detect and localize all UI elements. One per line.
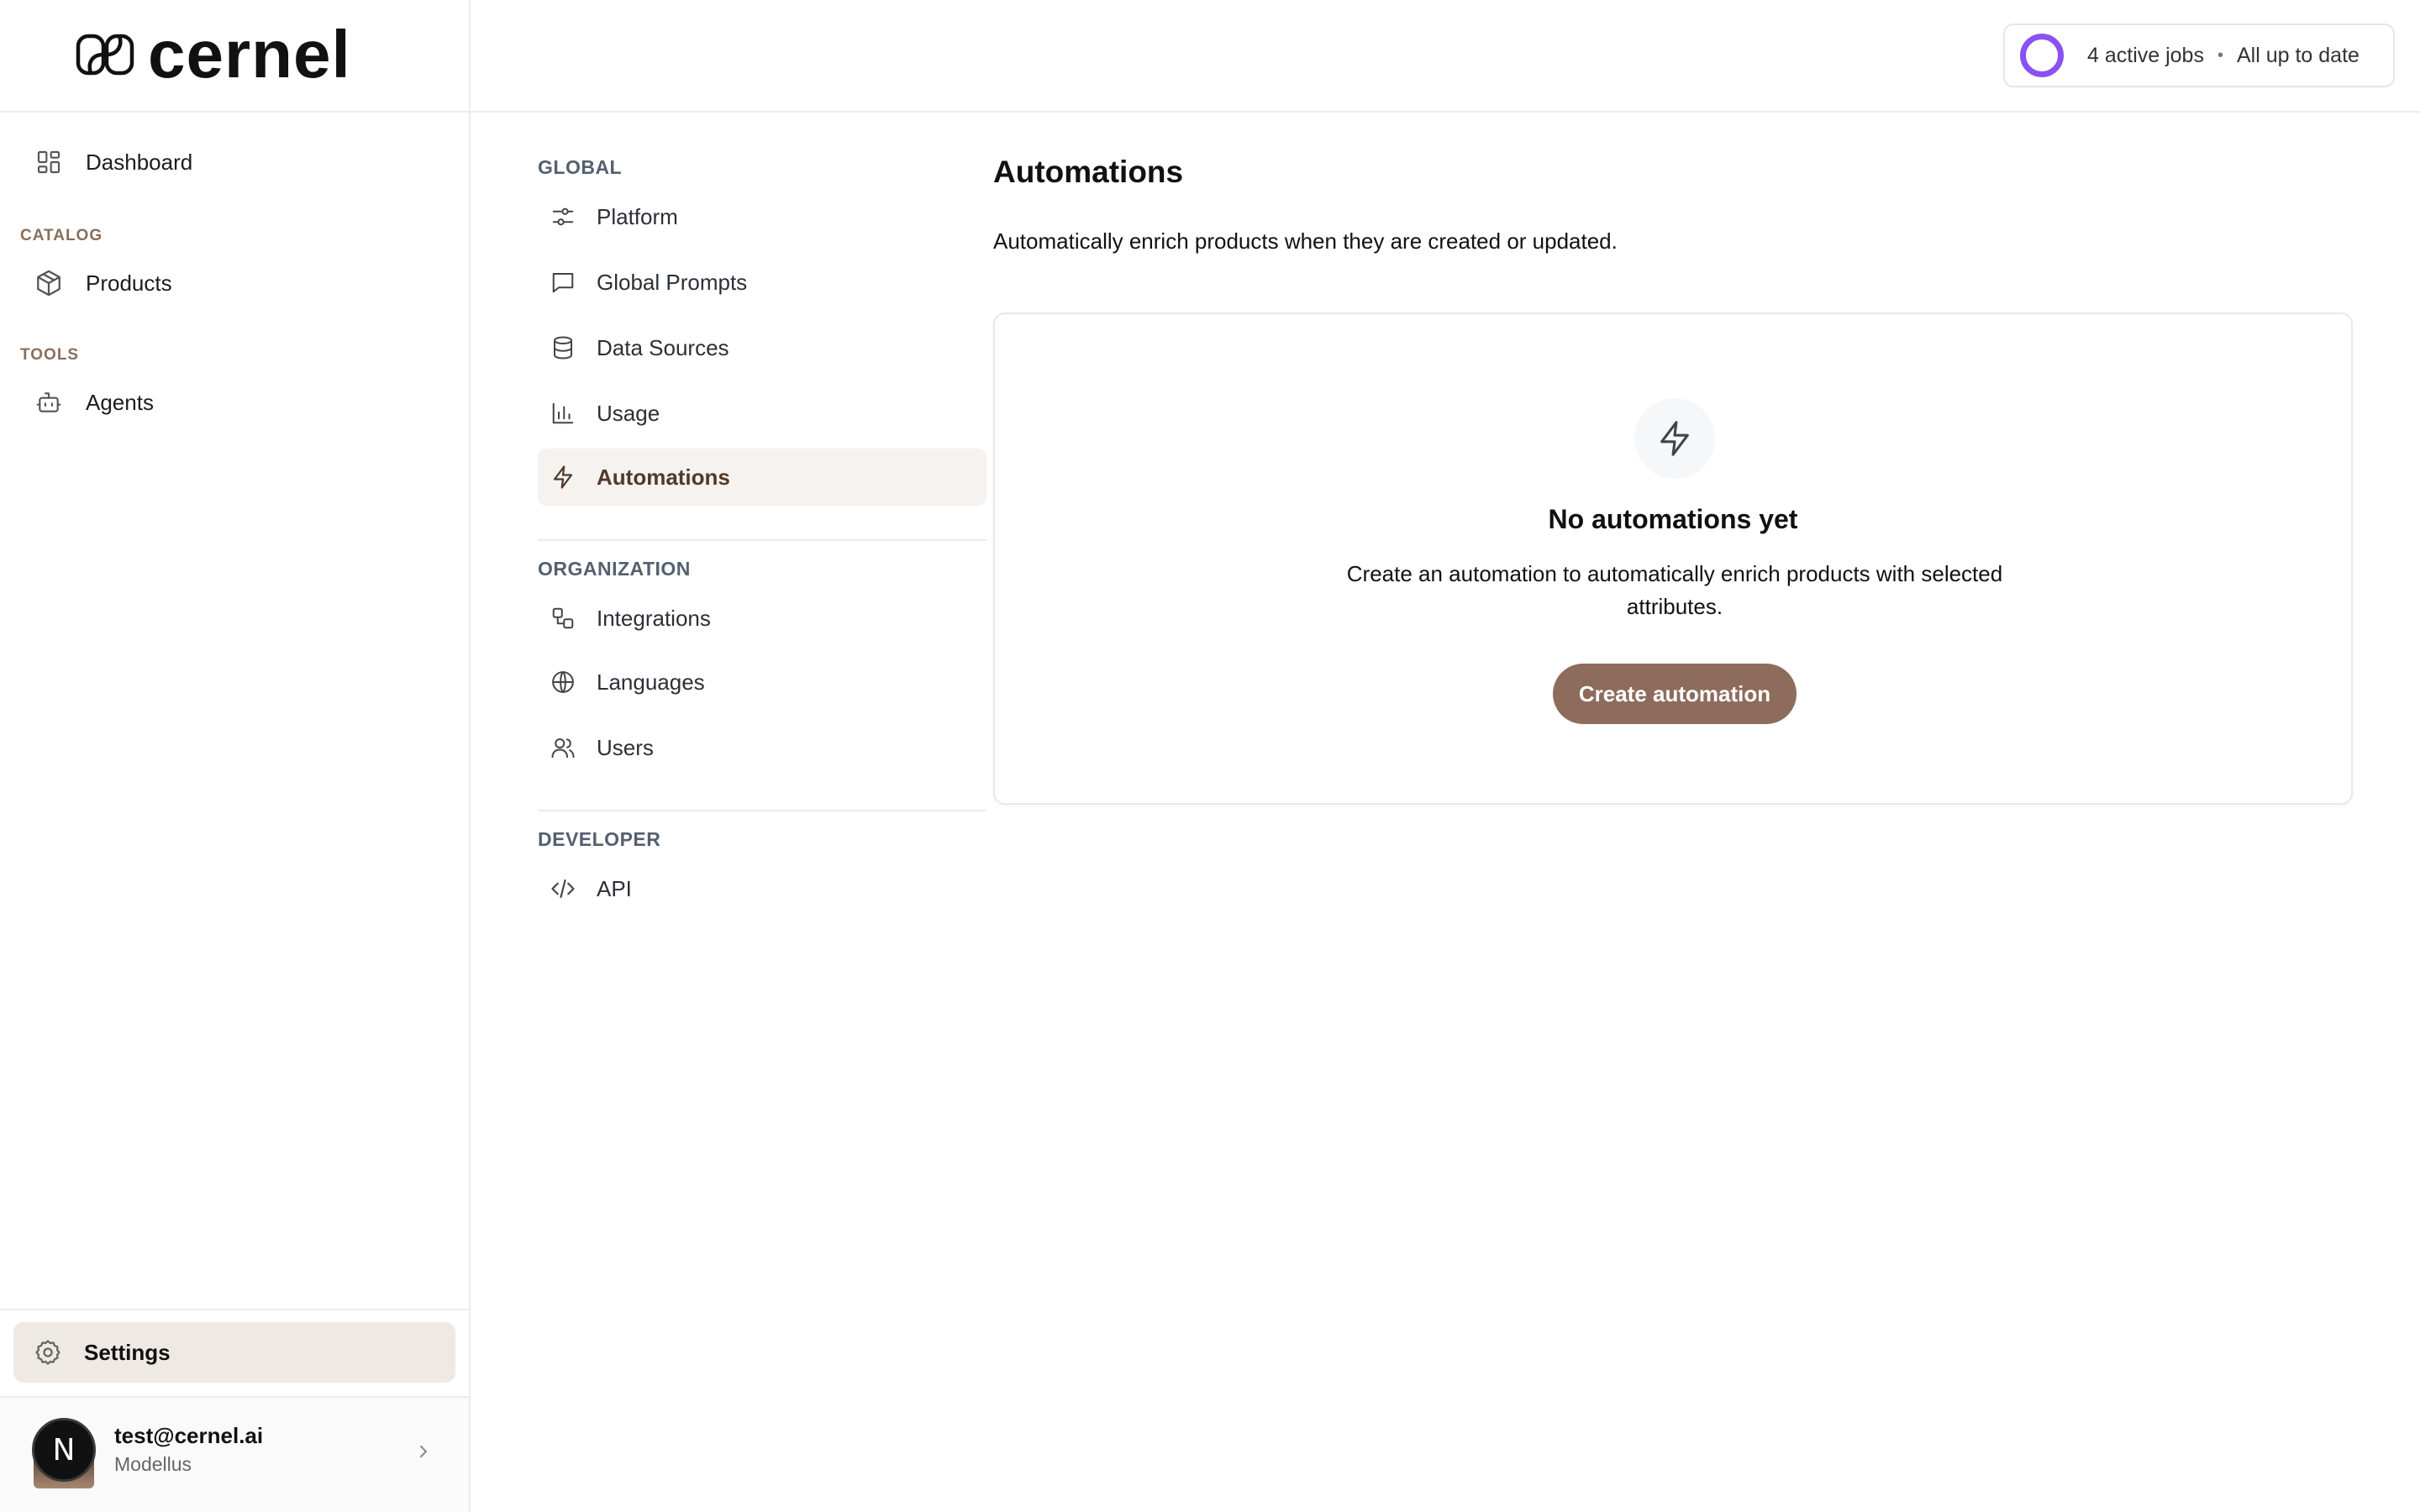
sidebar-divider: [0, 1309, 469, 1310]
sidebar-item-products[interactable]: Products: [20, 255, 454, 311]
bot-icon: [34, 387, 64, 417]
code-icon: [546, 872, 580, 906]
settings-item-automations[interactable]: Automations: [538, 449, 986, 506]
sidebar-item-label: Dashboard: [86, 149, 193, 175]
logo-area: cernel: [0, 0, 469, 113]
settings-section-developer: DEVELOPER: [538, 828, 661, 850]
jobs-progress-ring-icon: [2020, 34, 2064, 77]
settings-nav-divider: [538, 810, 986, 811]
settings-item-users[interactable]: Users: [538, 719, 986, 776]
user-org: Modellus: [114, 1453, 192, 1475]
gear-icon: [34, 1338, 62, 1367]
package-icon: [34, 268, 64, 298]
sidebar-section-tools: TOOLS: [20, 346, 80, 364]
settings-label: Settings: [84, 1339, 171, 1365]
settings-item-usage[interactable]: Usage: [538, 385, 986, 442]
bar-chart-icon: [546, 396, 580, 430]
workflow-icon: [546, 601, 580, 635]
user-email: test@cernel.ai: [114, 1423, 264, 1448]
settings-item-data-sources[interactable]: Data Sources: [538, 319, 986, 376]
zap-icon: [1655, 419, 1694, 458]
create-automation-button[interactable]: Create automation: [1553, 664, 1797, 724]
empty-state-description: Create an automation to automatically en…: [1346, 561, 2003, 619]
settings-item-platform[interactable]: Platform: [538, 188, 986, 245]
settings-nav-divider: [538, 539, 986, 541]
page-description: Automatically enrich products when they …: [993, 228, 1618, 254]
avatar[interactable]: N: [32, 1418, 96, 1488]
settings-item-label: Global Prompts: [597, 269, 748, 295]
sidebar-item-agents[interactable]: Agents: [20, 375, 454, 430]
sidebar-item-dashboard[interactable]: Dashboard: [20, 134, 454, 190]
zap-icon: [546, 460, 580, 494]
empty-state-title: No automations yet: [1548, 504, 1798, 534]
avatar-initial: N: [32, 1418, 96, 1482]
settings-section-global: GLOBAL: [538, 156, 623, 178]
users-icon: [546, 731, 580, 764]
settings-item-label: Usage: [597, 400, 660, 426]
separator-dot: •: [2217, 45, 2223, 65]
chevron-right-icon[interactable]: [413, 1441, 434, 1462]
message-square-icon: [546, 265, 580, 299]
globe-icon: [546, 665, 580, 699]
settings-item-integrations[interactable]: Integrations: [538, 590, 986, 647]
settings-section-organization: ORGANIZATION: [538, 558, 691, 580]
settings-item-label: Users: [597, 734, 654, 760]
active-jobs-indicator[interactable]: 4 active jobs • All up to date: [2003, 24, 2395, 87]
topbar-divider: [471, 111, 2420, 113]
sidebar: cernel Dashboard CATALOG Products TOOLS: [0, 0, 471, 1512]
settings-item-api[interactable]: API: [538, 860, 986, 917]
sidebar-section-catalog: CATALOG: [20, 227, 103, 244]
settings-item-label: Platform: [597, 203, 678, 229]
settings-item-label: Data Sources: [597, 334, 729, 360]
settings-item-label: Automations: [597, 464, 730, 490]
sliders-icon: [546, 200, 580, 234]
jobs-status: All up to date: [2236, 43, 2360, 67]
settings-item-label: Integrations: [597, 605, 711, 631]
cernel-logo-icon[interactable]: [76, 34, 134, 76]
sidebar-item-label: Agents: [86, 389, 154, 415]
brand-name[interactable]: cernel: [148, 15, 351, 94]
sidebar-item-label: Products: [86, 270, 172, 296]
settings-item-label: API: [597, 875, 632, 901]
empty-state-card: No automations yet Create an automation …: [993, 312, 2353, 805]
dashboard-grid-icon: [34, 147, 64, 177]
settings-item-label: Languages: [597, 669, 705, 695]
active-jobs-count: 4 active jobs: [2087, 43, 2204, 67]
user-menu[interactable]: N test@cernel.ai Modellus: [0, 1398, 469, 1512]
sidebar-item-settings[interactable]: Settings: [13, 1322, 455, 1383]
database-icon: [546, 331, 580, 365]
empty-state-icon-badge: [1634, 398, 1715, 479]
page-title: Automations: [993, 155, 1184, 189]
settings-item-languages[interactable]: Languages: [538, 654, 986, 711]
settings-item-global-prompts[interactable]: Global Prompts: [538, 254, 986, 311]
